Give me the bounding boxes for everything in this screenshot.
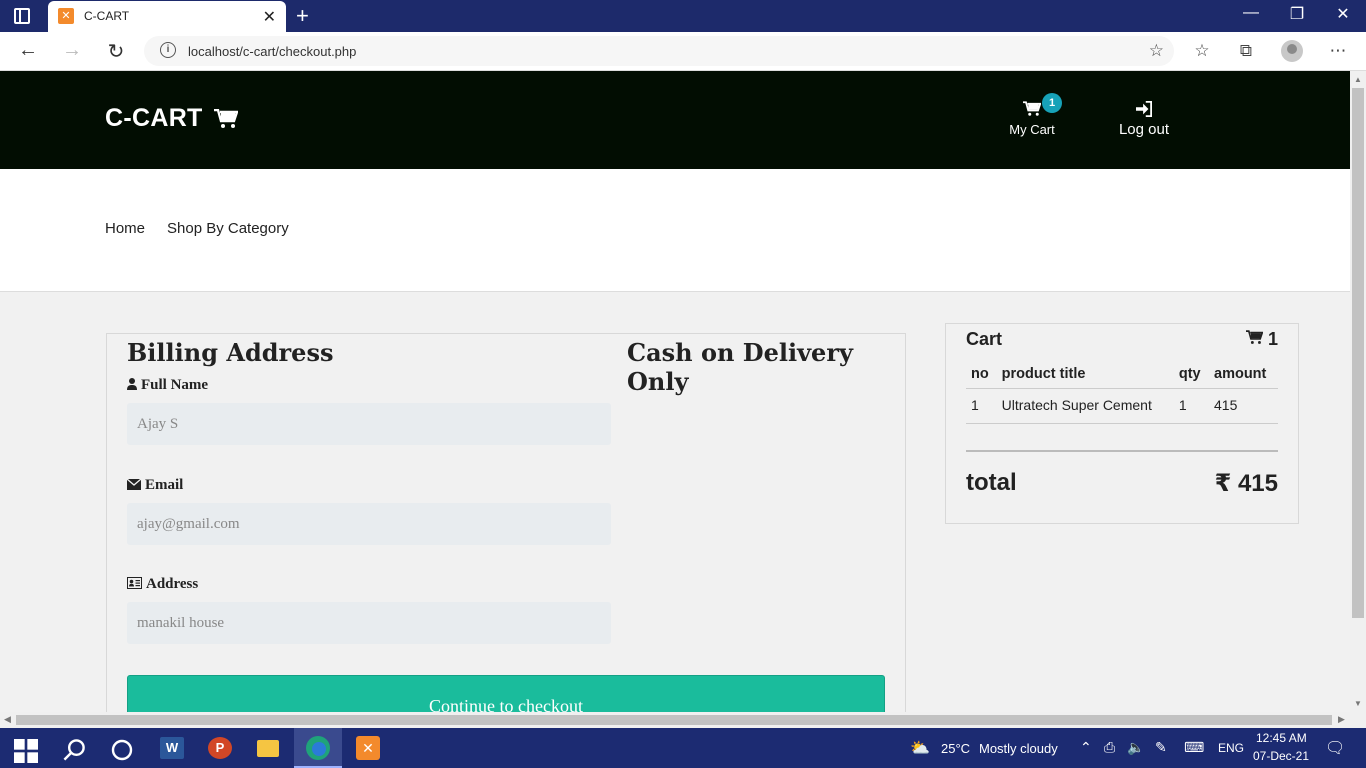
email-input[interactable]: [127, 503, 611, 545]
chevron-up-icon[interactable]: ⌃: [1080, 739, 1092, 756]
cell-amount: 415: [1209, 388, 1278, 424]
full-name-label: Full Name: [127, 377, 208, 394]
profile-avatar[interactable]: [1281, 40, 1303, 62]
windows-start-icon[interactable]: [14, 739, 38, 763]
tab-actions-icon[interactable]: [14, 8, 30, 24]
logout-link[interactable]: Log out: [1108, 101, 1180, 138]
nav-shop-by-category-link[interactable]: Shop By Category: [167, 220, 289, 237]
weather-desc[interactable]: Mostly cloudy: [979, 741, 1058, 756]
tab-close-icon[interactable]: ✕: [263, 7, 276, 27]
network-icon[interactable]: ⎙: [1104, 739, 1115, 756]
cart-table-header: no product title qty amount: [966, 364, 1278, 389]
billing-form: Billing Address Cash on Delivery Only Fu…: [106, 333, 906, 712]
address-card-icon: [127, 577, 142, 589]
address-bar[interactable]: i localhost/c-cart/checkout.php ☆: [144, 36, 1174, 66]
cart-summary-count: 1: [1245, 329, 1278, 350]
language-indicator[interactable]: ENG: [1218, 741, 1244, 755]
cart-count-badge: 1: [1042, 93, 1062, 113]
table-row: 1 Ultratech Super Cement 1 415: [966, 388, 1278, 424]
weather-cloud-icon[interactable]: ⛅: [910, 738, 930, 758]
edge-app-icon[interactable]: [294, 728, 342, 768]
scroll-down-icon[interactable]: ▼: [1354, 699, 1362, 708]
scroll-up-icon[interactable]: ▲: [1354, 75, 1362, 84]
xampp-favicon-icon: ✕: [58, 8, 74, 24]
file-explorer-icon[interactable]: [244, 728, 292, 768]
col-no: no: [966, 364, 997, 389]
cart-table: no product title qty amount 1 Ultratech …: [966, 364, 1278, 424]
cart-title: Cart: [966, 329, 1003, 349]
cell-no: 1: [966, 388, 997, 424]
cart-icon: [1023, 101, 1042, 116]
notifications-icon[interactable]: 🗨: [1325, 738, 1345, 758]
cart-summary: Cart 1 no product title qty amount 1 Ult…: [945, 323, 1299, 524]
weather-temp[interactable]: 25°C: [941, 741, 970, 756]
col-product-title: product title: [996, 364, 1174, 389]
pen-icon[interactable]: ✎: [1155, 739, 1167, 756]
divider: [966, 450, 1278, 452]
continue-checkout-button[interactable]: Continue to checkout: [127, 675, 885, 712]
word-app-icon[interactable]: W: [148, 728, 196, 768]
new-tab-icon[interactable]: +: [296, 3, 309, 29]
collections-icon[interactable]: ⧉: [1234, 41, 1258, 61]
browser-toolbar: ← → ↻ i localhost/c-cart/checkout.php ☆ …: [0, 32, 1366, 71]
cell-product-title: Ultratech Super Cement: [996, 388, 1174, 424]
col-amount: amount: [1209, 364, 1278, 389]
brand-name: C-CART: [105, 104, 203, 132]
clock-time[interactable]: 12:45 AM: [1256, 731, 1307, 745]
forward-icon[interactable]: →: [58, 39, 86, 62]
vertical-scroll-thumb[interactable]: [1352, 88, 1364, 618]
search-icon[interactable]: [62, 738, 86, 762]
close-window-icon[interactable]: ✕: [1320, 4, 1366, 24]
refresh-icon[interactable]: ↻: [102, 39, 130, 64]
logout-label: Log out: [1118, 121, 1170, 138]
scroll-right-icon[interactable]: ▶: [1338, 714, 1345, 725]
envelope-icon: [126, 478, 142, 490]
vertical-scrollbar[interactable]: ▲ ▼: [1350, 71, 1366, 712]
address-input[interactable]: [127, 602, 611, 644]
nav-home-link[interactable]: Home: [105, 220, 145, 237]
browser-titlebar: ✕ C-CART ✕ + — ❐ ✕: [0, 0, 1366, 32]
back-icon[interactable]: ←: [14, 39, 42, 62]
xampp-app-icon[interactable]: ✕: [344, 728, 392, 768]
minimize-icon[interactable]: —: [1228, 4, 1274, 22]
total-label: total: [966, 469, 1017, 496]
clock-date[interactable]: 07-Dec-21: [1253, 749, 1309, 763]
keyboard-icon[interactable]: ⌨: [1184, 739, 1204, 756]
add-favorite-icon[interactable]: ☆: [1149, 41, 1164, 61]
scroll-left-icon[interactable]: ◀: [4, 714, 11, 725]
horizontal-scrollbar[interactable]: ◀ ▶: [0, 712, 1366, 728]
url-text[interactable]: localhost/c-cart/checkout.php: [188, 44, 356, 59]
brand-logo[interactable]: C-CART: [105, 104, 238, 133]
sign-in-icon: [1136, 101, 1152, 117]
horizontal-scroll-thumb[interactable]: [16, 715, 1332, 725]
browser-tab[interactable]: ✕ C-CART ✕: [48, 1, 286, 32]
tab-title: C-CART: [84, 9, 130, 23]
site-info-icon[interactable]: i: [160, 42, 176, 58]
billing-title: Billing Address: [127, 338, 334, 367]
more-options-icon[interactable]: ⋯: [1326, 41, 1350, 61]
site-header: C-CART My Cart 1 Log out: [0, 71, 1350, 169]
full-name-input[interactable]: [127, 403, 611, 445]
cart-icon: [1245, 330, 1264, 344]
user-icon: [127, 378, 137, 390]
payment-note: Cash on Delivery Only: [627, 338, 853, 396]
powerpoint-app-icon[interactable]: P: [196, 728, 244, 768]
cart-icon: [213, 109, 238, 129]
cortana-icon[interactable]: [110, 738, 134, 762]
my-cart-label: My Cart: [1009, 122, 1055, 137]
email-label: Email: [126, 477, 183, 494]
address-label: Address: [127, 576, 198, 593]
favorites-icon[interactable]: ☆: [1190, 41, 1214, 61]
page-viewport: C-CART My Cart 1 Log out Home Shop By Ca…: [0, 71, 1350, 712]
category-nav: Home Shop By Category: [0, 169, 1350, 292]
windows-taskbar: W P ✕ ⛅ 25°C Mostly cloudy ⌃ ⎙ 🔈 ✎ ⌨ ENG…: [0, 728, 1366, 768]
volume-icon[interactable]: 🔈: [1127, 739, 1144, 756]
cell-qty: 1: [1173, 388, 1209, 424]
col-qty: qty: [1173, 364, 1209, 389]
restore-icon[interactable]: ❐: [1274, 4, 1320, 24]
total-value: ₹ 415: [1214, 470, 1278, 497]
